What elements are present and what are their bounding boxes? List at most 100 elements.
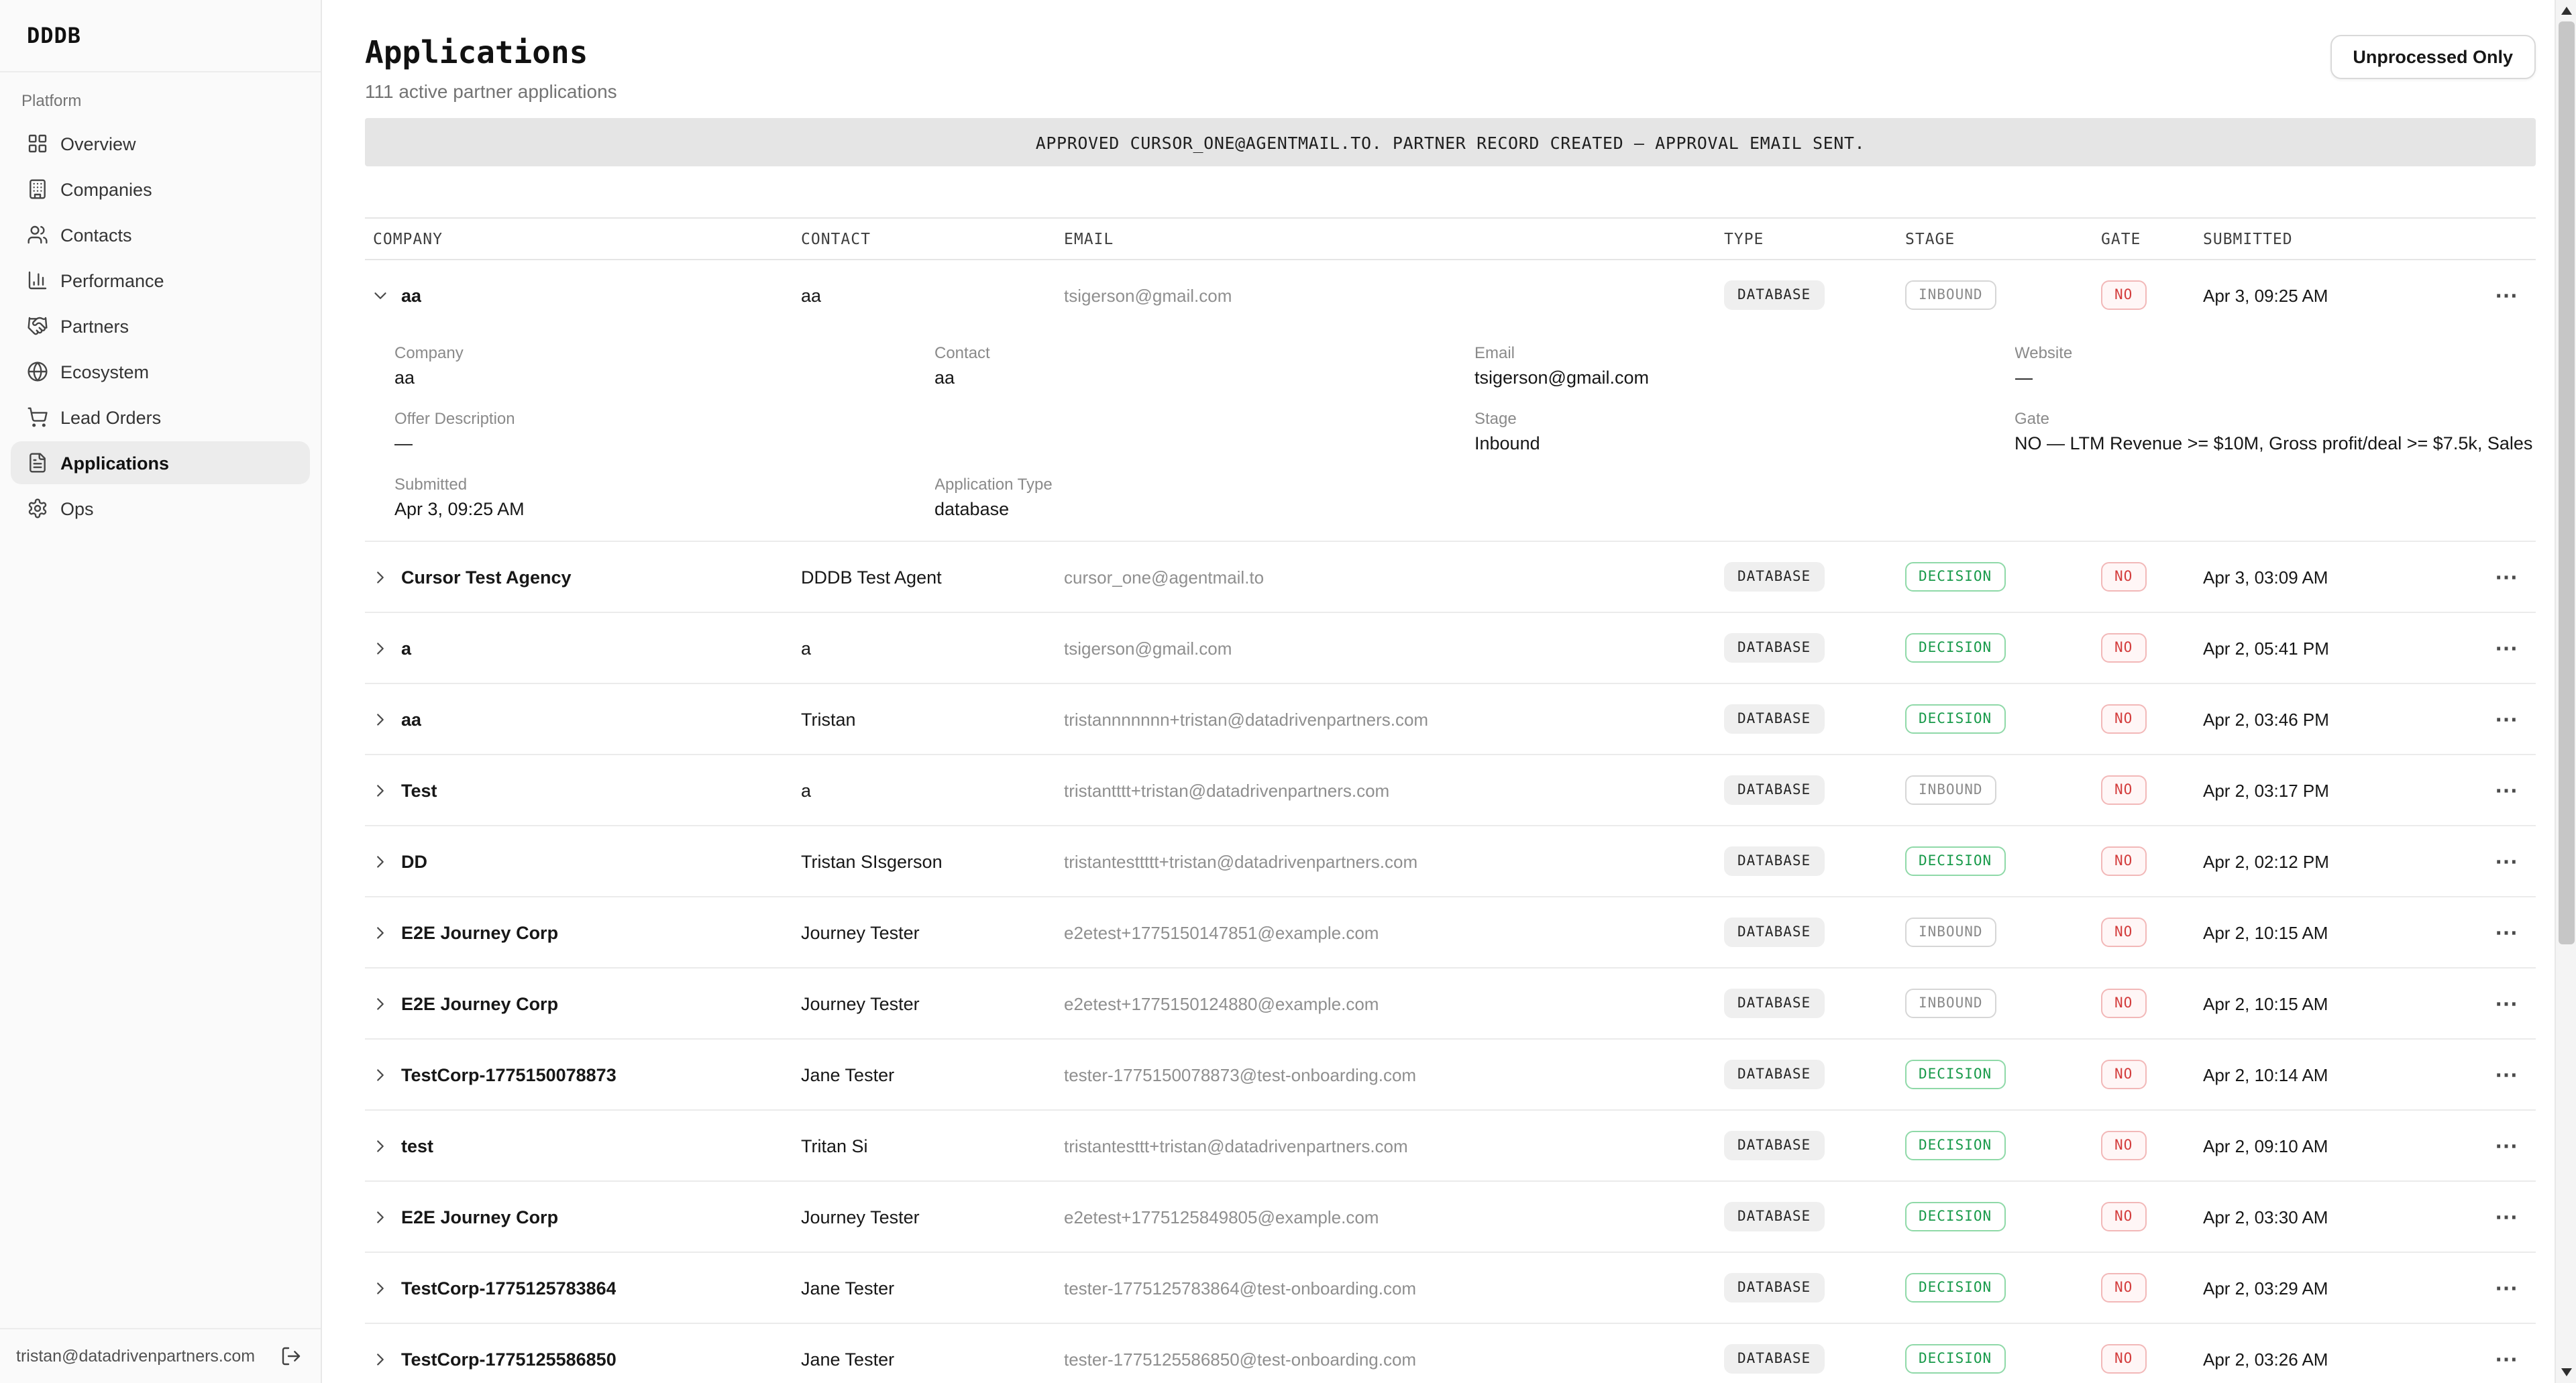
application-row[interactable]: aatsigerson@gmail.comDATABASEDECISIONNOA… xyxy=(365,613,2536,683)
sidebar-item-lead-orders[interactable]: Lead Orders xyxy=(11,396,310,439)
vertical-scrollbar[interactable] xyxy=(2555,0,2576,1383)
chevron-right-icon[interactable] xyxy=(370,1349,390,1369)
user-email: tristan@datadrivenpartners.com xyxy=(16,1347,255,1366)
application-row[interactable]: E2E Journey CorpJourney Testere2etest+17… xyxy=(365,1182,2536,1252)
contact-name: Journey Tester xyxy=(801,993,1064,1013)
row-actions-button[interactable]: ⋯ xyxy=(2489,1131,2523,1160)
sidebar-item-label: Overview xyxy=(60,133,136,154)
building-icon xyxy=(27,178,48,200)
column-header: SUBMITTED xyxy=(2203,229,2477,248)
chevron-right-icon[interactable] xyxy=(370,638,390,658)
application-row[interactable]: E2E Journey CorpJourney Testere2etest+17… xyxy=(365,969,2536,1038)
row-actions-button[interactable]: ⋯ xyxy=(2489,1345,2523,1373)
chevron-right-icon[interactable] xyxy=(370,1207,390,1227)
chevron-down-icon[interactable] xyxy=(370,285,390,305)
contact-name: Jane Tester xyxy=(801,1278,1064,1298)
users-icon xyxy=(27,224,48,245)
type-badge: DATABASE xyxy=(1724,775,1824,805)
detail-field: StageInbound xyxy=(1474,409,1996,453)
type-badge: DATABASE xyxy=(1724,1131,1824,1160)
row-actions-button[interactable]: ⋯ xyxy=(2489,1274,2523,1302)
submitted-date: Apr 2, 02:12 PM xyxy=(2203,851,2477,871)
sidebar-item-overview[interactable]: Overview xyxy=(11,122,310,165)
application-row[interactable]: TestCorp-1775125783864Jane Testertester-… xyxy=(365,1253,2536,1323)
detail-value: NO — LTM Revenue >= $10M, Gross profit/d… xyxy=(2015,433,2536,453)
chevron-right-icon[interactable] xyxy=(370,993,390,1013)
contact-name: Tristan SIsgerson xyxy=(801,851,1064,871)
contact-name: aa xyxy=(801,285,1064,305)
email: tristantesttt+tristan@datadrivenpartners… xyxy=(1064,1136,1724,1156)
sidebar-item-ops[interactable]: Ops xyxy=(11,487,310,530)
row-actions-button[interactable]: ⋯ xyxy=(2489,847,2523,875)
scroll-up-button[interactable] xyxy=(2556,1,2576,20)
row-actions-button[interactable]: ⋯ xyxy=(2489,776,2523,804)
row-actions-button[interactable]: ⋯ xyxy=(2489,1060,2523,1089)
sidebar-item-label: Performance xyxy=(60,270,164,290)
row-actions-button[interactable]: ⋯ xyxy=(2489,1203,2523,1231)
detail-label: Submitted xyxy=(394,475,916,494)
unprocessed-only-button[interactable]: Unprocessed Only xyxy=(2330,35,2536,79)
column-header: GATE xyxy=(2101,229,2203,248)
application-row[interactable]: TestCorp-1775150078873Jane Testertester-… xyxy=(365,1040,2536,1109)
scrollbar-thumb[interactable] xyxy=(2559,21,2575,944)
sidebar-item-label: Ops xyxy=(60,498,94,518)
chevron-right-icon[interactable] xyxy=(370,1278,390,1298)
row-actions-button[interactable]: ⋯ xyxy=(2489,705,2523,733)
sidebar-item-performance[interactable]: Performance xyxy=(11,259,310,302)
submitted-date: Apr 2, 09:10 AM xyxy=(2203,1136,2477,1156)
type-badge: DATABASE xyxy=(1724,1344,1824,1374)
scroll-down-button[interactable] xyxy=(2556,1363,2576,1382)
chevron-right-icon[interactable] xyxy=(370,709,390,729)
detail-label: Email xyxy=(1474,343,1996,362)
type-badge: DATABASE xyxy=(1724,846,1824,876)
sidebar-item-contacts[interactable]: Contacts xyxy=(11,213,310,256)
chevron-right-icon[interactable] xyxy=(370,851,390,871)
application-row[interactable]: Cursor Test AgencyDDDB Test Agentcursor_… xyxy=(365,542,2536,612)
type-badge: DATABASE xyxy=(1724,1273,1824,1303)
email: e2etest+1775150124880@example.com xyxy=(1064,993,1724,1013)
sidebar-content: Platform OverviewCompaniesContactsPerfor… xyxy=(0,72,321,1328)
sidebar-item-applications[interactable]: Applications xyxy=(11,441,310,484)
gate-badge: NO xyxy=(2101,280,2146,310)
row-actions-button[interactable]: ⋯ xyxy=(2489,563,2523,591)
row-actions-button[interactable]: ⋯ xyxy=(2489,989,2523,1017)
row-actions-button[interactable]: ⋯ xyxy=(2489,918,2523,946)
company-name: E2E Journey Corp xyxy=(401,922,558,942)
application-row[interactable]: Testatristantttt+tristan@datadrivenpartn… xyxy=(365,755,2536,825)
application-row[interactable]: E2E Journey CorpJourney Testere2etest+17… xyxy=(365,897,2536,967)
stage-badge: DECISION xyxy=(1905,633,2005,663)
application-row[interactable]: TestCorp-1775125586850Jane Testertester-… xyxy=(365,1324,2536,1383)
email: tester-1775125586850@test-onboarding.com xyxy=(1064,1349,1724,1369)
stage-badge: INBOUND xyxy=(1905,775,1996,805)
row-actions-button[interactable]: ⋯ xyxy=(2489,634,2523,662)
email: tsigerson@gmail.com xyxy=(1064,638,1724,658)
sidebar-item-companies[interactable]: Companies xyxy=(11,168,310,211)
application-row[interactable]: aaaatsigerson@gmail.comDATABASEINBOUNDNO… xyxy=(365,260,2536,330)
chevron-right-icon[interactable] xyxy=(370,922,390,942)
chevron-right-icon[interactable] xyxy=(370,567,390,587)
stage-badge: DECISION xyxy=(1905,846,2005,876)
detail-label: Company xyxy=(394,343,916,362)
arrow-up-icon xyxy=(2561,7,2571,15)
logout-icon[interactable] xyxy=(280,1345,302,1367)
sidebar-item-ecosystem[interactable]: Ecosystem xyxy=(11,350,310,393)
grid-icon xyxy=(27,133,48,154)
sidebar: DDDB Platform OverviewCompaniesContactsP… xyxy=(0,0,322,1383)
application-row[interactable]: aaTristantristannnnnnn+tristan@datadrive… xyxy=(365,684,2536,754)
sidebar-item-partners[interactable]: Partners xyxy=(11,305,310,347)
contact-name: Journey Tester xyxy=(801,1207,1064,1227)
app-logo: DDDB xyxy=(27,23,81,48)
chevron-right-icon[interactable] xyxy=(370,1064,390,1085)
detail-label: Website xyxy=(2015,343,2536,362)
application-row[interactable]: DDTristan SIsgersontristantesttttt+trist… xyxy=(365,826,2536,896)
row-actions-button[interactable]: ⋯ xyxy=(2489,281,2523,309)
application-row[interactable]: testTritan Sitristantesttt+tristan@datad… xyxy=(365,1111,2536,1180)
gate-badge: NO xyxy=(2101,989,2146,1018)
app-window: DDDB Platform OverviewCompaniesContactsP… xyxy=(0,0,2576,1383)
detail-value: database xyxy=(934,499,1456,519)
chevron-right-icon[interactable] xyxy=(370,780,390,800)
gate-badge: NO xyxy=(2101,918,2146,947)
chevron-right-icon[interactable] xyxy=(370,1136,390,1156)
type-badge: DATABASE xyxy=(1724,633,1824,663)
detail-field: SubmittedApr 3, 09:25 AM xyxy=(394,475,916,519)
